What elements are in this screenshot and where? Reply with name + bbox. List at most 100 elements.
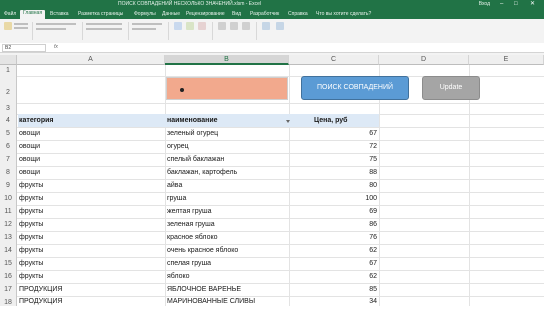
- tab-review[interactable]: Рецензирование: [186, 11, 225, 17]
- number-format-select[interactable]: [132, 23, 162, 25]
- cell-name[interactable]: МАРИНОВАННЫЕ СЛИВЫ: [167, 296, 255, 307]
- tab-page-layout[interactable]: Разметка страницы: [78, 11, 123, 17]
- cell-name[interactable]: спелый баклажан: [167, 154, 224, 165]
- tab-data[interactable]: Данные: [162, 11, 180, 17]
- tab-home[interactable]: Главная: [20, 10, 46, 19]
- row-header[interactable]: 3: [0, 103, 17, 114]
- cell-price[interactable]: 85: [290, 284, 377, 295]
- row-header[interactable]: 15: [0, 257, 17, 270]
- format-cells-icon[interactable]: [242, 22, 250, 30]
- account-link[interactable]: Вход: [479, 1, 490, 7]
- close-icon[interactable]: ✕: [530, 1, 535, 7]
- tab-help[interactable]: Справка: [288, 11, 308, 17]
- cell-price[interactable]: 67: [290, 258, 377, 269]
- font-name-select[interactable]: [36, 23, 76, 25]
- column-header-b[interactable]: B: [165, 55, 289, 65]
- cell-price[interactable]: 75: [290, 154, 377, 165]
- copy-icon[interactable]: [14, 27, 28, 29]
- maximize-icon[interactable]: □: [514, 1, 518, 7]
- cell-price[interactable]: 62: [290, 245, 377, 256]
- autosum-icon[interactable]: [262, 22, 270, 30]
- row-header[interactable]: 11: [0, 205, 17, 218]
- minimize-icon[interactable]: –: [500, 1, 503, 7]
- format-as-table-icon[interactable]: [186, 22, 194, 30]
- row-header[interactable]: 6: [0, 140, 17, 153]
- cell-category[interactable]: овощи: [19, 167, 40, 178]
- cell-styles-icon[interactable]: [198, 22, 206, 30]
- row-header[interactable]: 1: [0, 65, 17, 76]
- cell-price[interactable]: 80: [290, 180, 377, 191]
- tab-insert[interactable]: Вставка: [50, 11, 69, 17]
- tell-me-search[interactable]: Что вы хотите сделать?: [316, 11, 371, 17]
- update-button[interactable]: Update: [422, 76, 480, 100]
- cell-price[interactable]: 69: [290, 206, 377, 217]
- cell-name[interactable]: яблоко: [167, 271, 190, 282]
- cell-price[interactable]: 86: [290, 219, 377, 230]
- row-header[interactable]: 14: [0, 244, 17, 257]
- cell-category[interactable]: фрукты: [19, 219, 43, 230]
- column-header-c[interactable]: C: [289, 55, 379, 65]
- row-header[interactable]: 8: [0, 166, 17, 179]
- cell-category[interactable]: фрукты: [19, 206, 43, 217]
- cell-category[interactable]: овощи: [19, 154, 40, 165]
- cell-name[interactable]: очень красное яблоко: [167, 245, 238, 256]
- select-all-corner[interactable]: [0, 55, 17, 65]
- row-header[interactable]: 12: [0, 218, 17, 231]
- font-style-buttons[interactable]: [36, 28, 66, 30]
- cell-name[interactable]: огурец: [167, 141, 189, 152]
- cell-price[interactable]: 100: [290, 193, 377, 204]
- cell-name[interactable]: айва: [167, 180, 182, 191]
- tab-view[interactable]: Вид: [232, 11, 241, 17]
- search-matches-button[interactable]: ПОИСК СОВПАДЕНИЙ: [301, 76, 409, 100]
- row-header[interactable]: 10: [0, 192, 17, 205]
- cell-price[interactable]: 76: [290, 232, 377, 243]
- row-header[interactable]: 13: [0, 231, 17, 244]
- row-header[interactable]: 7: [0, 153, 17, 166]
- row-header[interactable]: 17: [0, 283, 17, 296]
- insert-cells-icon[interactable]: [218, 22, 226, 30]
- tab-formulas[interactable]: Формулы: [134, 11, 156, 17]
- cell-category[interactable]: ПРОДУКЦИЯ: [19, 296, 62, 307]
- row-header[interactable]: 4: [0, 114, 17, 127]
- wrap-merge-buttons[interactable]: [86, 28, 122, 30]
- row-header[interactable]: 18: [0, 296, 17, 306]
- cell-price[interactable]: 62: [290, 271, 377, 282]
- cell-category[interactable]: фрукты: [19, 271, 43, 282]
- cell-name[interactable]: ЯБЛОЧНОЕ ВАРЕНЬЕ: [167, 284, 241, 295]
- cell-price[interactable]: 72: [290, 141, 377, 152]
- column-header-d[interactable]: D: [379, 55, 469, 65]
- cell-category[interactable]: фрукты: [19, 180, 43, 191]
- sort-filter-icon[interactable]: [276, 22, 284, 30]
- cell-category[interactable]: овощи: [19, 141, 40, 152]
- cell-category[interactable]: фрукты: [19, 245, 43, 256]
- row-header[interactable]: 5: [0, 127, 17, 140]
- cell-name[interactable]: груша: [167, 193, 186, 204]
- cell-name[interactable]: зеленая груша: [167, 219, 215, 230]
- paste-icon[interactable]: [4, 22, 12, 30]
- search-input-cell[interactable]: [166, 77, 288, 100]
- name-box[interactable]: B2: [2, 44, 46, 52]
- row-header[interactable]: 16: [0, 270, 17, 283]
- delete-cells-icon[interactable]: [230, 22, 238, 30]
- cell-category[interactable]: овощи: [19, 128, 40, 139]
- cell-name[interactable]: желтая груша: [167, 206, 212, 217]
- cell-name[interactable]: красное яблоко: [167, 232, 218, 243]
- cell-category[interactable]: фрукты: [19, 232, 43, 243]
- cell-price[interactable]: 34: [290, 296, 377, 307]
- number-buttons[interactable]: [132, 28, 156, 30]
- tab-developer[interactable]: Разработчик: [250, 11, 279, 17]
- column-header-e[interactable]: E: [469, 55, 544, 65]
- cut-icon[interactable]: [14, 23, 28, 25]
- fx-icon[interactable]: fx: [54, 44, 58, 50]
- row-header[interactable]: 2: [0, 76, 17, 103]
- cell-category[interactable]: фрукты: [19, 258, 43, 269]
- cell-price[interactable]: 67: [290, 128, 377, 139]
- cell-name[interactable]: спелая груша: [167, 258, 211, 269]
- conditional-format-icon[interactable]: [174, 22, 182, 30]
- cell-name[interactable]: баклажан, картофель: [167, 167, 237, 178]
- alignment-buttons[interactable]: [86, 23, 122, 25]
- cell-price[interactable]: 88: [290, 167, 377, 178]
- tab-file[interactable]: Файл: [4, 11, 16, 17]
- cell-category[interactable]: фрукты: [19, 193, 43, 204]
- filter-dropdown-icon[interactable]: [286, 120, 290, 123]
